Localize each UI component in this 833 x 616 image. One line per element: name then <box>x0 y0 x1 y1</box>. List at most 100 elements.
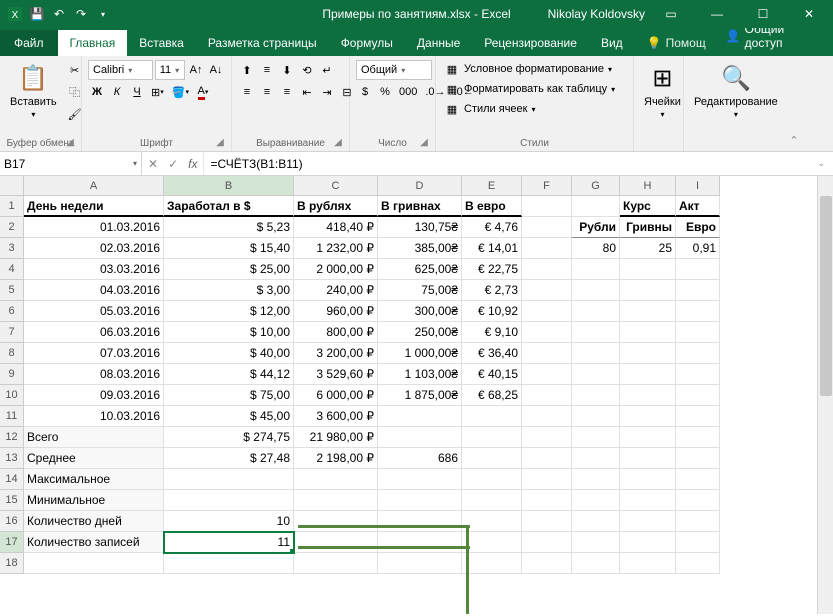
cell-B11[interactable]: $ 45,00 <box>164 406 294 427</box>
cell-I18[interactable] <box>676 553 720 574</box>
cell-A16[interactable]: Количество дней <box>24 511 164 532</box>
cell-C11[interactable]: 3 600,00 ₽ <box>294 406 378 427</box>
cell-I17[interactable] <box>676 532 720 553</box>
cell-D13[interactable]: 686 <box>378 448 462 469</box>
expand-formula-bar-icon[interactable]: ⌄ <box>809 158 833 169</box>
cell-B1[interactable]: Заработал в $ <box>164 196 294 217</box>
cell-I6[interactable] <box>676 301 720 322</box>
cell-H14[interactable] <box>620 469 676 490</box>
cell-C10[interactable]: 6 000,00 ₽ <box>294 385 378 406</box>
cell-G7[interactable] <box>572 322 620 343</box>
cell-D6[interactable]: 300,00₴ <box>378 301 462 322</box>
align-middle-icon[interactable]: ≡ <box>258 60 276 80</box>
cell-G6[interactable] <box>572 301 620 322</box>
comma-icon[interactable]: 000 <box>396 82 420 102</box>
tab-view[interactable]: Вид <box>589 30 635 56</box>
cell-C17[interactable] <box>294 532 378 553</box>
cell-A14[interactable]: Максимальное <box>24 469 164 490</box>
cell-F8[interactable] <box>522 343 572 364</box>
row-header-10[interactable]: 10 <box>0 385 24 406</box>
cell-F16[interactable] <box>522 511 572 532</box>
name-box-input[interactable] <box>4 157 133 171</box>
cell-E17[interactable] <box>462 532 522 553</box>
editing-button[interactable]: 🔍Редактирование▾ <box>690 60 782 121</box>
cell-E15[interactable] <box>462 490 522 511</box>
cell-C12[interactable]: 21 980,00 ₽ <box>294 427 378 448</box>
border-icon[interactable]: ⊞▾ <box>148 82 167 102</box>
save-icon[interactable]: 💾 <box>28 5 46 23</box>
cell-D9[interactable]: 1 103,00₴ <box>378 364 462 385</box>
row-header-12[interactable]: 12 <box>0 427 24 448</box>
col-header-A[interactable]: A <box>24 176 164 196</box>
underline-icon[interactable]: Ч <box>128 82 146 102</box>
wrap-text-icon[interactable]: ↵ <box>318 60 336 80</box>
cell-C13[interactable]: 2 198,00 ₽ <box>294 448 378 469</box>
cell-C5[interactable]: 240,00 ₽ <box>294 280 378 301</box>
cell-G15[interactable] <box>572 490 620 511</box>
cell-F13[interactable] <box>522 448 572 469</box>
cell-B2[interactable]: $ 5,23 <box>164 217 294 238</box>
row-header-14[interactable]: 14 <box>0 469 24 490</box>
cell-I11[interactable] <box>676 406 720 427</box>
cell-G5[interactable] <box>572 280 620 301</box>
cell-B18[interactable] <box>164 553 294 574</box>
cell-H6[interactable] <box>620 301 676 322</box>
cell-F2[interactable] <box>522 217 572 238</box>
percent-icon[interactable]: % <box>376 82 394 102</box>
cell-E8[interactable]: € 36,40 <box>462 343 522 364</box>
cell-A6[interactable]: 05.03.2016 <box>24 301 164 322</box>
cell-B16[interactable]: 10 <box>164 511 294 532</box>
cell-G9[interactable] <box>572 364 620 385</box>
tab-insert[interactable]: Вставка <box>127 30 196 56</box>
cell-B9[interactable]: $ 44,12 <box>164 364 294 385</box>
cell-D7[interactable]: 250,00₴ <box>378 322 462 343</box>
cell-G12[interactable] <box>572 427 620 448</box>
cell-D4[interactable]: 625,00₴ <box>378 259 462 280</box>
align-bottom-icon[interactable]: ⬇ <box>278 60 296 80</box>
cell-C3[interactable]: 1 232,00 ₽ <box>294 238 378 259</box>
cell-F9[interactable] <box>522 364 572 385</box>
paste-button[interactable]: 📋 Вставить ▾ <box>6 60 61 121</box>
name-box[interactable]: ▾ <box>0 152 142 175</box>
cell-E13[interactable] <box>462 448 522 469</box>
cell-G11[interactable] <box>572 406 620 427</box>
col-header-F[interactable]: F <box>522 176 572 196</box>
cell-D8[interactable]: 1 000,00₴ <box>378 343 462 364</box>
col-header-I[interactable]: I <box>676 176 720 196</box>
tab-review[interactable]: Рецензирование <box>472 30 589 56</box>
col-header-H[interactable]: H <box>620 176 676 196</box>
cell-A3[interactable]: 02.03.2016 <box>24 238 164 259</box>
cell-F4[interactable] <box>522 259 572 280</box>
cell-I14[interactable] <box>676 469 720 490</box>
fill-color-icon[interactable]: 🪣▾ <box>169 82 192 102</box>
cell-E12[interactable] <box>462 427 522 448</box>
cell-D1[interactable]: В гривнах <box>378 196 462 217</box>
cell-D14[interactable] <box>378 469 462 490</box>
cells-button[interactable]: ⊞Ячейки▾ <box>640 60 685 121</box>
cell-C6[interactable]: 960,00 ₽ <box>294 301 378 322</box>
cell-C7[interactable]: 800,00 ₽ <box>294 322 378 343</box>
font-name-dropdown[interactable]: Calibri▾ <box>88 60 153 80</box>
col-header-C[interactable]: C <box>294 176 378 196</box>
cell-F17[interactable] <box>522 532 572 553</box>
vertical-scrollbar[interactable] <box>817 176 833 614</box>
row-header-9[interactable]: 9 <box>0 364 24 385</box>
bold-icon[interactable]: Ж <box>88 82 106 102</box>
row-header-18[interactable]: 18 <box>0 553 24 574</box>
cell-H15[interactable] <box>620 490 676 511</box>
cell-H10[interactable] <box>620 385 676 406</box>
cell-I16[interactable] <box>676 511 720 532</box>
tab-data[interactable]: Данные <box>405 30 472 56</box>
row-header-15[interactable]: 15 <box>0 490 24 511</box>
cell-H5[interactable] <box>620 280 676 301</box>
cell-H16[interactable] <box>620 511 676 532</box>
cell-I3[interactable]: 0,91 <box>676 238 720 259</box>
name-box-dropdown-icon[interactable]: ▾ <box>133 159 137 168</box>
cell-E2[interactable]: € 4,76 <box>462 217 522 238</box>
cell-B3[interactable]: $ 15,40 <box>164 238 294 259</box>
cell-E3[interactable]: € 14,01 <box>462 238 522 259</box>
cell-C2[interactable]: 418,40 ₽ <box>294 217 378 238</box>
cell-I13[interactable] <box>676 448 720 469</box>
tab-layout[interactable]: Разметка страницы <box>196 30 329 56</box>
align-left-icon[interactable]: ≡ <box>238 82 256 102</box>
